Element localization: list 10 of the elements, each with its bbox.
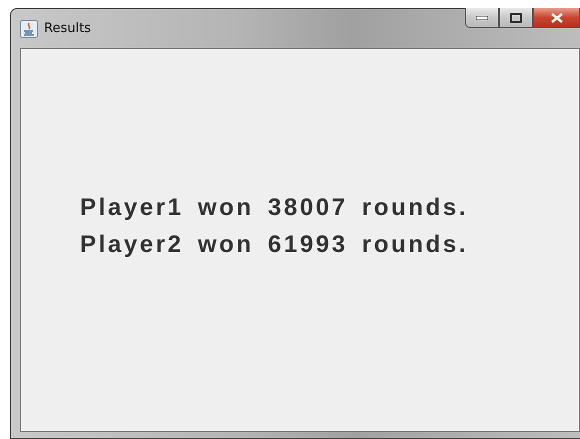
maximize-button[interactable] [499,8,533,28]
cup-icon [20,20,38,38]
result-text: Player2 won 61993 rounds. [80,230,470,258]
close-button[interactable] [533,8,580,28]
result-text: Player1 won 38007 rounds. [80,194,470,222]
minimize-button[interactable] [465,8,499,28]
maximize-icon [510,12,522,22]
minimize-icon [476,16,488,20]
window-title: Results [44,21,91,36]
close-icon [550,12,562,22]
